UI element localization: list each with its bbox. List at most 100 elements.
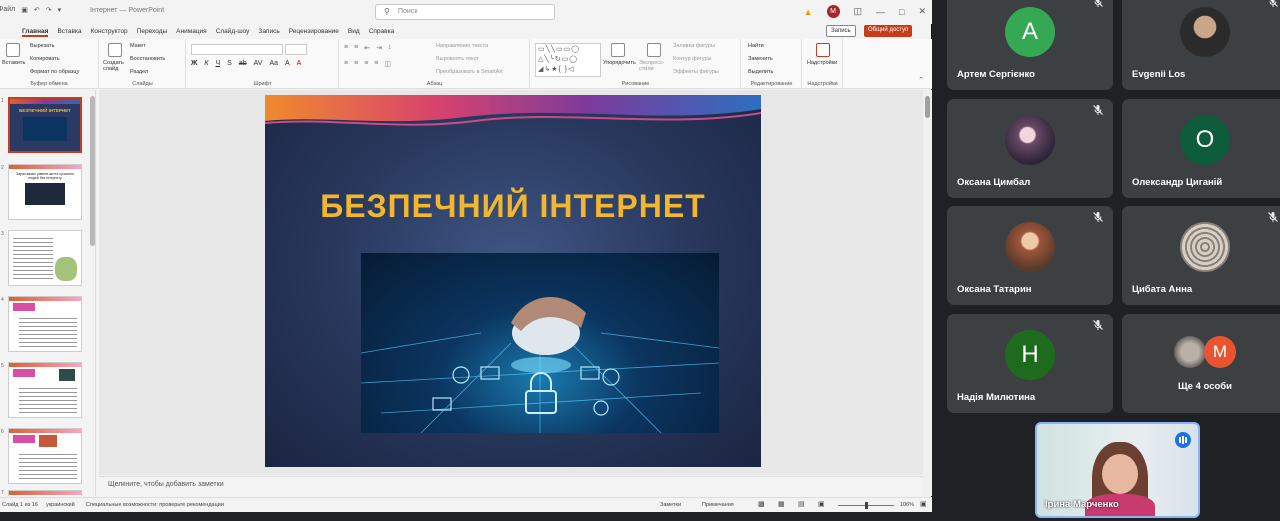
share-button[interactable]: Общий доступ [864,25,913,37]
reset-button[interactable]: Восстановить [130,56,165,62]
format-painter-button[interactable]: Формат по образцу [30,69,79,75]
file-tab-partial[interactable]: Файл [0,6,15,14]
columns-icon[interactable]: ◫ [384,60,391,68]
font-color-button[interactable]: A [297,60,302,67]
shapes-gallery[interactable]: ▭╲╲▭▭◯ △╲╰↻▭◯ ◢↳★{ }◁ [535,43,601,77]
shape-effects-button[interactable]: Эффекты фигуры [673,69,719,75]
close-icon[interactable]: ✕ [918,6,926,17]
paste-button[interactable]: Вставить [2,60,25,66]
align-text-button[interactable]: Выровнять текст [436,56,479,62]
tab-transitions[interactable]: Переходы [137,28,168,37]
slideshow-view-icon[interactable]: ▣ [818,500,825,508]
zoom-slider-handle[interactable] [865,502,868,509]
accessibility-status[interactable]: Специальные возможности: проверьте реком… [86,502,224,508]
more-participants-tile[interactable]: M Ще 4 особи [1122,314,1280,413]
align-left-icon[interactable]: ≡ [344,60,348,68]
minimize-icon[interactable]: — [876,7,885,17]
smartart-button[interactable]: Преобразовать в SmartArt [436,69,503,75]
slide-image[interactable] [361,253,719,433]
align-right-icon[interactable]: ≡ [364,60,368,68]
reading-view-icon[interactable]: ▤ [798,500,805,508]
italic-button[interactable]: К [204,60,208,67]
bold-button[interactable]: Ж [191,60,197,67]
justify-icon[interactable]: ≡ [374,60,378,68]
zoom-level[interactable]: 106% [900,502,914,508]
tab-view[interactable]: Вид [348,28,360,37]
text-direction-button[interactable]: Направление текста [436,43,488,49]
section-button[interactable]: Раздел [130,69,148,75]
increase-indent-icon[interactable]: ⇥ [376,44,382,52]
collapse-ribbon-icon[interactable]: ⌃ [918,76,924,84]
tab-review[interactable]: Рецензирование [289,28,339,37]
bullets-icon[interactable]: ≡ [344,44,348,52]
new-slide-button[interactable]: Создать слайд [103,60,127,72]
participant-tile[interactable]: Evgenii Los [1122,0,1280,90]
notes-toggle[interactable]: Заметки [660,502,681,508]
slide-title[interactable]: БЕЗПЕЧНИЙ ІНТЕРНЕТ [265,188,761,225]
tab-design[interactable]: Конструктор [91,28,128,37]
normal-view-icon[interactable]: ▩ [758,500,765,508]
record-button[interactable]: Запись [826,25,856,37]
comments-toggle[interactable]: Примечания [702,502,734,508]
align-center-icon[interactable]: ≡ [354,60,358,68]
maximize-icon[interactable]: □ [899,7,904,17]
arrange-icon[interactable] [611,43,625,57]
participant-tile[interactable]: H Надія Милютина [947,314,1113,413]
spacing-button[interactable]: AV [254,60,263,67]
participant-tile[interactable]: Оксана Цимбал [947,99,1113,198]
strikethrough-button[interactable]: ab [239,60,247,67]
warning-icon[interactable]: ▲ [804,7,813,17]
slide-thumb-7[interactable] [8,490,82,496]
fit-slide-icon[interactable]: ▣ [920,500,927,508]
layout-button[interactable]: Макет [130,43,146,49]
tab-insert[interactable]: Вставка [57,28,81,37]
tab-record[interactable]: Запись [258,28,279,37]
editor-scrollbar[interactable] [923,90,932,496]
scrollbar-thumb[interactable] [925,96,930,118]
notes-pane[interactable]: Щелкните, чтобы добавить заметки [99,476,923,496]
decrease-indent-icon[interactable]: ⇤ [364,44,370,52]
paste-icon[interactable] [6,43,20,57]
thumbnails-scrollbar[interactable] [90,96,95,246]
highlight-button[interactable]: A [285,60,290,67]
font-size-select[interactable] [285,44,307,55]
new-slide-icon[interactable] [108,43,122,57]
copy-button[interactable]: Копировать [30,56,60,62]
cut-button[interactable]: Вырезать [30,43,54,49]
shape-outline-button[interactable]: Контур фигуры [673,56,711,62]
language-indicator[interactable]: украинский [46,502,75,508]
ribbon-options-icon[interactable]: ◫ [854,6,863,17]
slide-thumb-4[interactable] [8,296,82,352]
participant-tile[interactable]: O Олександр Циганій [1122,99,1280,198]
current-slide[interactable]: БЕЗПЕЧНИЙ ІНТЕРНЕТ [265,95,761,467]
numbering-icon[interactable]: ≡ [354,44,358,52]
save-icon[interactable]: ▣ [21,6,28,14]
line-spacing-icon[interactable]: ↕ [388,44,392,52]
font-name-select[interactable] [191,44,283,55]
slide-thumb-5[interactable] [8,362,82,418]
quick-styles-button[interactable]: Экспресс-стили [639,60,669,72]
tab-slideshow[interactable]: Слайд-шоу [216,28,250,37]
self-video-tile[interactable]: Ірина Марченко [1035,422,1200,518]
participant-tile[interactable]: Цибата Анна [1122,206,1280,305]
slide-thumb-1[interactable]: БЕЗПЕЧНИЙ ІНТЕРНЕТ [8,97,82,153]
undo-icon[interactable]: ↶ [34,6,40,14]
tab-help[interactable]: Справка [369,28,395,37]
addins-icon[interactable] [816,43,830,57]
shape-fill-button[interactable]: Заливка фигуры [673,43,715,49]
addins-button[interactable]: Надстройки [807,60,837,66]
account-avatar[interactable]: М [826,5,840,18]
case-button[interactable]: Aa [269,60,278,67]
arrange-button[interactable]: Упорядочить [603,60,636,66]
slide-thumb-2[interactable]: Зараз важко уявити життя сучасних людей … [8,164,82,220]
slide-thumb-6[interactable] [8,428,82,484]
underline-button[interactable]: Ч [215,60,220,67]
slide-thumb-3[interactable] [8,230,82,286]
participant-tile[interactable]: A Артем Сергієнко [947,0,1113,90]
participant-tile[interactable]: Оксана Татарин [947,206,1113,305]
customize-icon[interactable]: ▾ [58,6,62,14]
sorter-view-icon[interactable]: ▦ [778,500,785,508]
replace-button[interactable]: Заменить [748,56,773,62]
redo-icon[interactable]: ↷ [46,6,52,14]
find-button[interactable]: Найти [748,43,764,49]
